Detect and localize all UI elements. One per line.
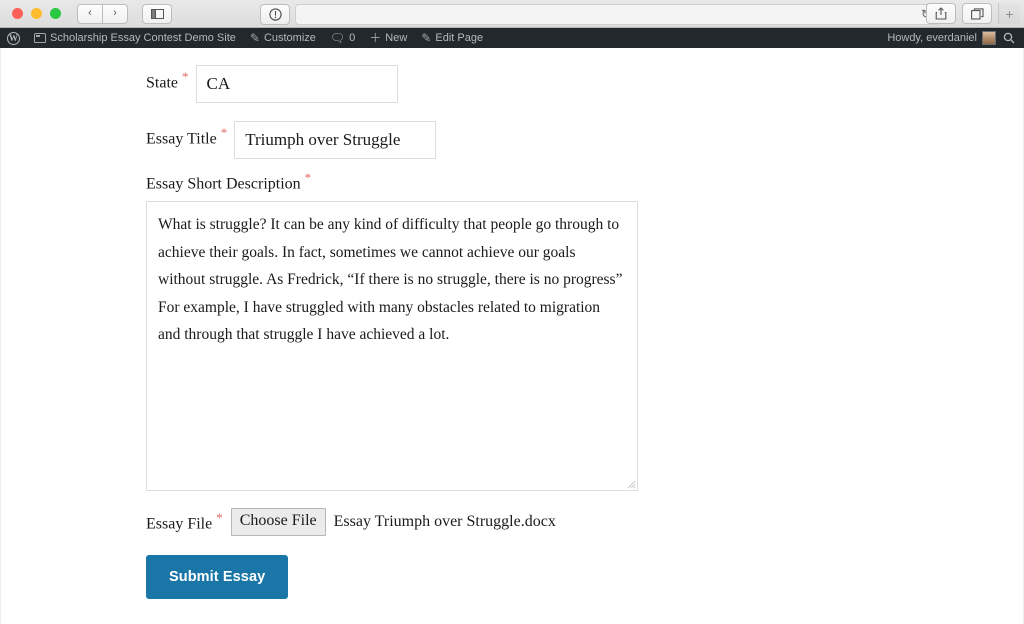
edit-page-menu[interactable]: ✎ Edit Page [414,28,490,48]
essay-file-required-marker: * [216,510,223,526]
sidebar-toggle-icon[interactable] [142,3,172,24]
back-icon[interactable]: ‹ [77,3,103,24]
house-icon [34,33,46,43]
essay-description-label-text: Essay Short Description [146,175,301,193]
new-tab-button[interactable]: + [998,3,1020,24]
howdy-label[interactable]: Howdy, everdaniel [879,32,982,44]
admin-bar-right: Howdy, everdaniel [879,28,1024,48]
site-name-label: Scholarship Essay Contest Demo Site [50,32,236,44]
maximize-window-button[interactable] [50,8,61,19]
essay-title-input[interactable] [234,121,437,159]
new-content-menu[interactable]: ＋ New [362,28,414,48]
state-label-text: State [146,74,178,92]
paintbrush-icon: ✎ [249,31,260,45]
essay-submission-form: State* Essay Title* Essay Short Descript… [1,48,1023,599]
comments-count: 0 [349,32,356,44]
search-glyph [1003,32,1015,44]
essay-title-required-marker: * [220,125,228,140]
new-label: New [385,32,408,44]
wp-admin-bar: W Scholarship Essay Contest Demo Site ✎ … [0,28,1024,48]
plus-icon: ＋ [369,31,382,45]
essay-file-label: Essay File * [146,511,223,532]
window-traffic-lights [6,8,61,19]
essay-description-wrapper: What is struggle? It can be any kind of … [146,201,638,492]
field-row-state: State * [146,65,1023,103]
state-required-marker: * [182,69,189,84]
search-icon[interactable] [996,32,1024,44]
field-group-essay-description: Essay Short Description * What is struggl… [146,171,1023,492]
close-window-button[interactable] [12,8,23,19]
customize-label: Customize [263,32,316,44]
share-glyph [935,7,947,20]
field-row-essay-file: Essay File * Choose File Essay Triumph ov… [146,508,1023,536]
reader-glyph [268,7,282,21]
state-label: State * [146,65,189,91]
comment-bubble-icon: 🗨 [329,31,346,45]
minimize-window-button[interactable] [31,8,42,19]
customize-menu[interactable]: ✎ Customize [243,28,323,48]
wordpress-logo-icon: W [7,31,20,45]
tabs-glyph [970,7,984,20]
comments-menu[interactable]: 🗨 0 [323,28,362,48]
essay-description-label: Essay Short Description * [146,171,1023,193]
edit-page-label: Edit Page [435,32,484,44]
field-row-essay-title: Essay Title * [146,121,1023,159]
browser-chrome: ‹ › ↻ [0,0,1024,28]
site-name-menu[interactable]: Scholarship Essay Contest Demo Site [27,28,243,48]
choose-file-button[interactable]: Choose File [230,508,326,536]
essay-title-label-text: Essay Title [146,130,217,148]
essay-description-textarea[interactable]: What is struggle? It can be any kind of … [146,201,638,492]
navigation-buttons: ‹ › [77,3,128,24]
forward-icon[interactable]: › [102,3,128,24]
submit-essay-button[interactable]: Submit Essay [146,554,289,599]
selected-file-name: Essay Triumph over Struggle.docx [333,513,556,531]
avatar[interactable] [982,31,996,45]
share-icon[interactable] [926,3,956,24]
essay-description-required-marker: * [304,170,312,185]
pencil-icon: ✎ [421,31,432,45]
essay-file-label-text: Essay File [146,515,213,533]
wp-logo-menu[interactable]: W [0,28,27,48]
sidebar-glyph [150,8,164,19]
chrome-right-controls: + [926,3,1020,24]
url-bar-zone: ↻ [260,3,940,25]
page-viewport: State* Essay Title* Essay Short Descript… [0,48,1024,624]
address-bar[interactable]: ↻ [295,3,940,25]
state-input[interactable] [195,65,398,103]
reader-view-icon[interactable] [260,3,290,25]
essay-title-label: Essay Title * [146,121,227,147]
show-tabs-icon[interactable] [962,3,992,24]
